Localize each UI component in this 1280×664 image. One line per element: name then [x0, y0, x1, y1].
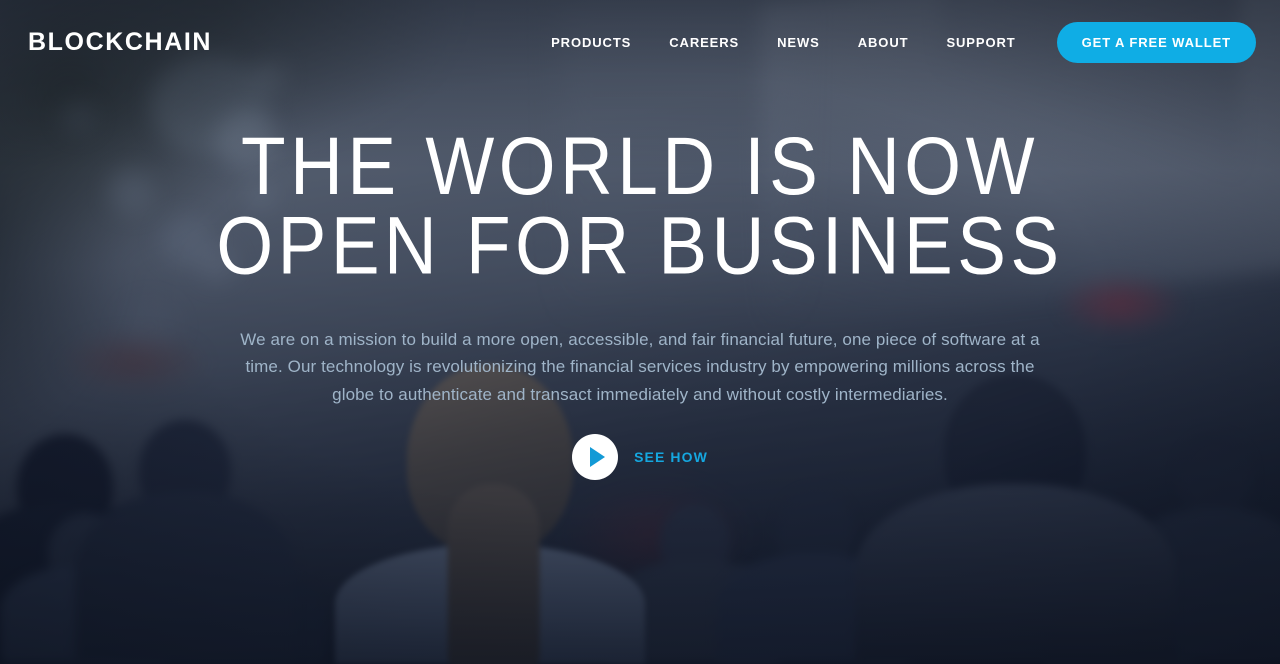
nav-item-careers[interactable]: CAREERS — [650, 35, 758, 50]
nav-item-news[interactable]: NEWS — [758, 35, 839, 50]
nav-item-support[interactable]: SUPPORT — [927, 35, 1034, 50]
site-header: BLOCKCHAIN PRODUCTS CAREERS NEWS ABOUT S… — [0, 0, 1280, 84]
see-how-cta[interactable]: SEE HOW — [40, 434, 1240, 481]
brand-logo[interactable]: BLOCKCHAIN — [28, 29, 212, 55]
play-triangle-icon — [589, 447, 605, 468]
play-icon[interactable] — [572, 434, 619, 481]
hero-subtext: We are on a mission to build a more open… — [240, 329, 1040, 404]
hero-section: BLOCKCHAIN PRODUCTS CAREERS NEWS ABOUT S… — [0, 0, 1280, 664]
get-free-wallet-button[interactable]: GET A FREE WALLET — [1056, 21, 1256, 63]
hero-headline: THE WORLD IS NOW OPEN FOR BUSINESS — [40, 121, 1240, 292]
nav-item-about[interactable]: ABOUT — [839, 35, 928, 50]
hero-headline-line-1: THE WORLD IS NOW — [241, 121, 1039, 212]
nav-item-products[interactable]: PRODUCTS — [532, 35, 650, 50]
see-how-label[interactable]: SEE HOW — [634, 449, 708, 465]
main-navigation: PRODUCTS CAREERS NEWS ABOUT SUPPORT GET … — [532, 21, 1256, 63]
hero-content: THE WORLD IS NOW OPEN FOR BUSINESS We ar… — [0, 121, 1280, 481]
hero-headline-line-2: OPEN FOR BUSINESS — [216, 200, 1064, 292]
